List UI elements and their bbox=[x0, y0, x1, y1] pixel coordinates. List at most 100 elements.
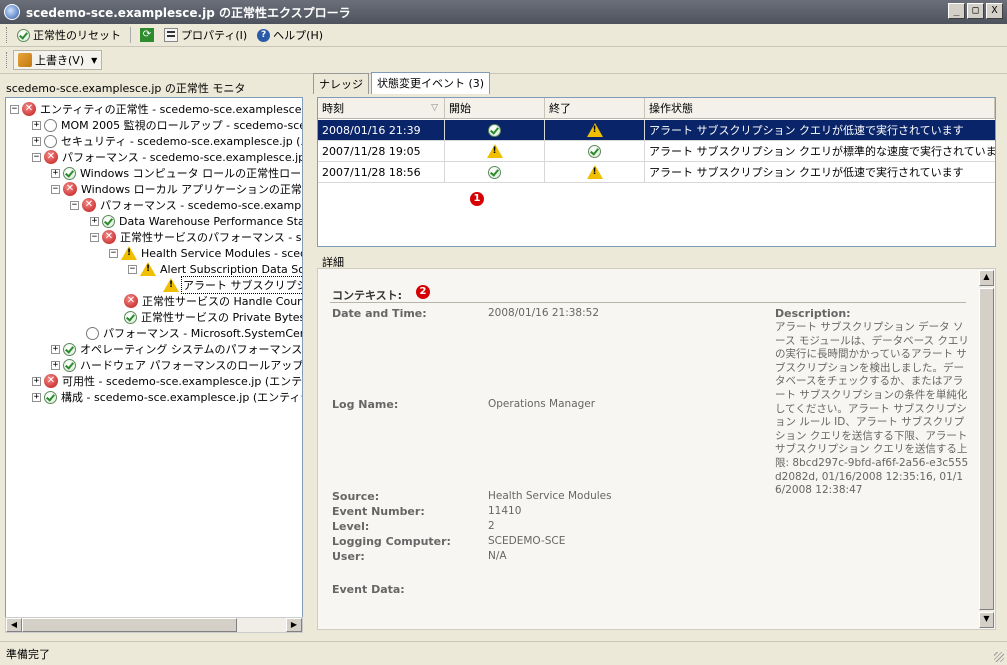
detail-pane: コンテキスト: 2 Date and Time: 2008/01/16 21:3… bbox=[317, 268, 996, 630]
collapse-icon[interactable]: − bbox=[128, 264, 137, 274]
maximize-button[interactable]: □ bbox=[967, 3, 984, 19]
collapse-icon[interactable]: − bbox=[32, 152, 41, 162]
tree-node-hardware-performance[interactable]: + ハードウェア パフォーマンスのロールアップ - sce bbox=[51, 357, 302, 373]
tree-node-label: オペレーティング システムのパフォーマンスのロー bbox=[80, 343, 303, 356]
warning-icon bbox=[486, 144, 503, 158]
tree-node-configuration[interactable]: + 構成 - scedemo-sce.examplesce.jp (エンティティ bbox=[32, 389, 302, 405]
tree-node-label: Data Warehouse Performance Stat bbox=[119, 214, 303, 228]
tree-node-health-service-performance[interactable]: − ✕ 正常性サービスのパフォーマンス - sce bbox=[90, 229, 302, 245]
tree-node-mom2005-rollup[interactable]: + MOM 2005 監視のロールアップ - scedemo-sce.exa bbox=[32, 117, 302, 133]
tree-node-label: パフォーマンス - scedemo-sce.examplesce.jp (エ bbox=[62, 151, 303, 164]
tree-node-label: 正常性サービスの Handle Count bbox=[142, 295, 303, 308]
dropdown-arrow-icon: ▼ bbox=[91, 55, 98, 65]
tree-node-handle-count[interactable]: ✕ 正常性サービスの Handle Count bbox=[124, 293, 303, 309]
context-divider bbox=[330, 302, 966, 303]
tree-node-label: Windows コンピュータ ロールの正常性ロールアップ bbox=[80, 167, 302, 180]
health-monitor-tree[interactable]: − ✕ エンティティの正常性 - scedemo-sce.examplesce.… bbox=[5, 97, 303, 632]
expand-icon[interactable]: + bbox=[32, 392, 41, 402]
event-data-label: Event Data: bbox=[332, 583, 405, 596]
cell-time: 2007/11/28 19:05 bbox=[318, 141, 445, 161]
tree-node-private-bytes[interactable]: 正常性サービスの Private Bytes bbox=[124, 309, 302, 325]
toolbar-separator bbox=[130, 27, 131, 43]
expand-icon[interactable]: + bbox=[51, 344, 60, 354]
table-row[interactable]: 2007/11/28 18:56 アラート サブスクリプション クエリが低速で実… bbox=[318, 162, 995, 183]
tab-state-change-events[interactable]: 状態変更イベント (3) bbox=[371, 72, 491, 94]
refresh-button[interactable]: ⟳ bbox=[136, 27, 158, 43]
tree-node-health-service-modules[interactable]: − Health Service Modules - scedemo bbox=[109, 245, 302, 261]
tree-horizontal-scrollbar[interactable]: ◀ ▶ bbox=[5, 617, 303, 633]
tree-node-entity-health[interactable]: − ✕ エンティティの正常性 - scedemo-sce.examplesce.… bbox=[10, 101, 302, 117]
not-monitored-icon bbox=[86, 326, 99, 340]
table-row[interactable]: 2008/01/16 21:39 アラート サブスクリプション クエリが低速で実… bbox=[318, 120, 995, 141]
tree-node-os-performance[interactable]: + オペレーティング システムのパフォーマンスのロー bbox=[51, 341, 303, 357]
override-toolbar: 上書き(V) ▼ bbox=[0, 47, 1007, 74]
expand-icon[interactable]: + bbox=[90, 216, 99, 226]
expand-icon[interactable]: + bbox=[32, 120, 41, 130]
expand-icon[interactable]: + bbox=[51, 168, 60, 178]
sort-descending-icon: ▽ bbox=[431, 103, 438, 113]
scroll-left-button[interactable]: ◀ bbox=[6, 618, 22, 632]
tree-node-dw-performance[interactable]: + Data Warehouse Performance Stat bbox=[90, 213, 303, 229]
expand-icon[interactable]: + bbox=[32, 376, 41, 386]
tree-node-windows-local-app[interactable]: − ✕ Windows ローカル アプリケーションの正常性ロールア bbox=[51, 181, 302, 197]
help-icon: ? bbox=[257, 28, 271, 42]
user-value: N/A bbox=[488, 550, 507, 562]
warning-icon bbox=[586, 165, 603, 179]
scroll-down-button[interactable]: ▼ bbox=[979, 612, 994, 628]
column-header-start[interactable]: 開始 bbox=[445, 98, 545, 118]
override-icon bbox=[18, 53, 32, 67]
tree-node-availability[interactable]: + ✕ 可用性 - scedemo-sce.examplesce.jp (エンテ… bbox=[32, 373, 302, 389]
collapse-icon[interactable]: − bbox=[109, 248, 118, 258]
properties-button[interactable]: プロパティ(I) bbox=[160, 26, 251, 44]
column-header-label: 時刻 bbox=[322, 102, 344, 115]
callout-marker-2: 2 bbox=[416, 285, 430, 299]
reset-health-button[interactable]: 正常性のリセット bbox=[13, 26, 125, 44]
overwrite-button[interactable]: 上書き(V) ▼ bbox=[13, 50, 103, 70]
minimize-button[interactable]: _ bbox=[948, 3, 965, 19]
tree-node-performance-systemcenter[interactable]: パフォーマンス - Microsoft.SystemCente bbox=[86, 325, 302, 341]
tree-node-performance[interactable]: − ✕ パフォーマンス - scedemo-sce.examplesce.jp … bbox=[32, 149, 303, 165]
collapse-icon[interactable]: − bbox=[70, 200, 79, 210]
error-icon: ✕ bbox=[44, 150, 58, 164]
tree-node-label: Alert Subscription Data Sou bbox=[160, 262, 303, 276]
detail-vertical-scrollbar[interactable]: ▲ ▼ bbox=[979, 270, 994, 628]
healthy-icon bbox=[63, 166, 76, 180]
collapse-icon[interactable]: − bbox=[10, 104, 19, 114]
tree-node-windows-computer-role[interactable]: + Windows コンピュータ ロールの正常性ロールアップ bbox=[51, 165, 302, 181]
tree-node-security[interactable]: + セキュリティ - scedemo-sce.examplesce.jp (エン… bbox=[32, 133, 302, 149]
expand-icon[interactable]: + bbox=[32, 136, 41, 146]
tree-node-alert-subscription-selected[interactable]: アラート サブスクリプション bbox=[163, 276, 302, 294]
error-icon: ✕ bbox=[44, 374, 58, 388]
table-row[interactable]: 2007/11/28 19:05 アラート サブスクリプション クエリが標準的な… bbox=[318, 141, 995, 162]
refresh-icon: ⟳ bbox=[140, 28, 154, 42]
toolbar-grip[interactable] bbox=[6, 27, 9, 43]
tree-node-label: Health Service Modules - scedemo bbox=[141, 246, 302, 260]
column-header-time[interactable]: 時刻 ▽ bbox=[318, 98, 445, 118]
status-bar: 準備完了 bbox=[0, 641, 1007, 665]
column-header-end[interactable]: 終了 bbox=[545, 98, 645, 118]
column-header-operational-state[interactable]: 操作状態 bbox=[645, 98, 995, 118]
tree-node-performance-sub[interactable]: − ✕ パフォーマンス - scedemo-sce.examples bbox=[70, 197, 302, 213]
scroll-right-button[interactable]: ▶ bbox=[286, 618, 302, 632]
collapse-icon[interactable]: − bbox=[51, 184, 60, 194]
log-name-value: Operations Manager bbox=[488, 398, 596, 410]
callout-marker-1: 1 bbox=[470, 192, 484, 206]
healthy-icon bbox=[63, 358, 76, 372]
expand-icon[interactable]: + bbox=[51, 360, 60, 370]
source-value: Health Service Modules bbox=[488, 490, 612, 502]
scroll-thumb[interactable] bbox=[22, 618, 237, 632]
scroll-up-button[interactable]: ▲ bbox=[979, 270, 994, 286]
tab-knowledge[interactable]: ナレッジ bbox=[313, 73, 369, 94]
resize-grip-icon[interactable] bbox=[994, 652, 1004, 662]
cell-state: アラート サブスクリプション クエリが標準的な速度で実行されています bbox=[649, 145, 995, 158]
toolbar-grip[interactable] bbox=[6, 52, 9, 68]
tree-node-alert-subscription-source[interactable]: − Alert Subscription Data Sou bbox=[128, 261, 303, 277]
help-button[interactable]: ? ヘルプ(H) bbox=[253, 26, 327, 44]
healthy-icon bbox=[588, 144, 601, 158]
healthy-icon bbox=[63, 342, 76, 356]
level-value: 2 bbox=[488, 520, 495, 532]
logging-computer-value: SCEDEMO-SCE bbox=[488, 535, 566, 547]
close-button[interactable]: X bbox=[986, 3, 1003, 19]
collapse-icon[interactable]: − bbox=[90, 232, 99, 242]
scroll-thumb[interactable] bbox=[979, 288, 994, 610]
